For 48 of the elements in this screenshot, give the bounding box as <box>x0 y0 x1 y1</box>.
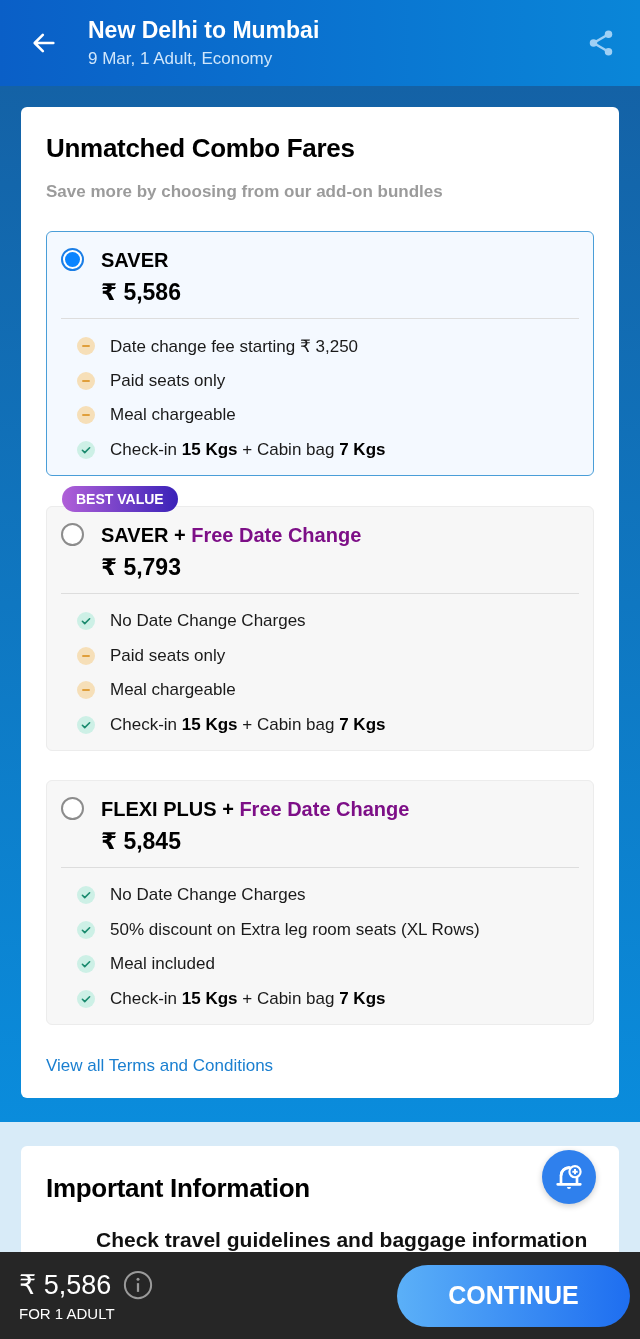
radio-button[interactable] <box>61 797 84 820</box>
minus-icon <box>77 406 95 425</box>
feature-text: Paid seats only <box>110 370 226 391</box>
fare-option-card[interactable]: SAVER + Free Date Change ₹ 5,793 No Date Change Charges Paid seats only Meal chargeable Check-in 15 Kgs + Cabin bag 7 Kgs <box>46 506 594 751</box>
alert-button[interactable] <box>542 1150 596 1204</box>
radio-button[interactable] <box>61 523 84 546</box>
check-icon <box>77 886 95 905</box>
feature-text: Meal chargeable <box>110 405 236 426</box>
fare-price: ₹ 5,586 <box>101 279 181 306</box>
check-icon <box>77 920 95 939</box>
fare-price: ₹ 5,845 <box>101 828 182 855</box>
fare-price: ₹ 5,793 <box>101 554 182 581</box>
minus-icon <box>77 371 95 390</box>
feature-text: Date change fee starting ₹ 3,250 <box>110 335 359 357</box>
check-icon <box>77 440 95 459</box>
fare-name: FLEXI PLUS + Free Date Change <box>101 797 410 821</box>
feature-text: No Date Change Charges <box>110 885 306 906</box>
feature-text: No Date Change Charges <box>110 611 306 632</box>
feature-text: Meal chargeable <box>110 680 236 701</box>
fare-caption: FOR 1 ADULT <box>19 1305 116 1322</box>
section-title: Important Information <box>46 1172 310 1204</box>
section-subtitle: Save more by choosing from our add-on bundles <box>46 182 444 202</box>
check-icon <box>77 612 95 631</box>
section-title: Unmatched Combo Fares <box>46 133 356 164</box>
minus-icon <box>77 646 95 665</box>
info-icon[interactable] <box>123 1270 154 1300</box>
minus-icon <box>77 337 95 356</box>
feature-text: Check-in 15 Kgs + Cabin bag 7 Kgs <box>110 439 386 460</box>
fare-option-card[interactable]: FLEXI PLUS + Free Date Change ₹ 5,845 No Date Change Charges 50% discount on Extra leg room seats (XL Rows) Meal included Check-in 15 Kgs + Cabin bag 7 Kgs <box>46 780 594 1025</box>
feature-text: Meal included <box>110 954 215 975</box>
fare-name: SAVER + Free Date Change <box>101 523 362 547</box>
total-price: ₹ 5,586 <box>19 1269 112 1301</box>
fare-option-card[interactable]: SAVER ₹ 5,586 Date change fee starting ₹ 3,250 Paid seats only Meal chargeable Check-in 15 Kgs + Cabin bag 7 Kgs <box>46 231 594 476</box>
check-icon <box>77 989 95 1008</box>
fare-name: SAVER <box>101 248 170 272</box>
feature-text: Check-in 15 Kgs + Cabin bag 7 Kgs <box>110 714 386 735</box>
feature-text: Check-in 15 Kgs + Cabin bag 7 Kgs <box>110 988 386 1009</box>
feature-text: Paid seats only <box>110 645 226 666</box>
best-value-badge: BEST VALUE <box>62 486 178 512</box>
info-text: Check travel guidelines and baggage information <box>95 1228 589 1252</box>
check-icon <box>77 955 95 974</box>
radio-button[interactable] <box>61 248 84 271</box>
check-icon <box>77 715 95 734</box>
terms-link[interactable]: View all Terms and Conditions <box>46 1056 274 1076</box>
minus-icon <box>77 681 95 700</box>
route-title: New Delhi to Mumbai <box>88 17 321 44</box>
feature-text: 50% discount on Extra leg room seats (XL Rows) <box>110 919 480 940</box>
trip-details: 9 Mar, 1 Adult, Economy <box>88 49 274 69</box>
